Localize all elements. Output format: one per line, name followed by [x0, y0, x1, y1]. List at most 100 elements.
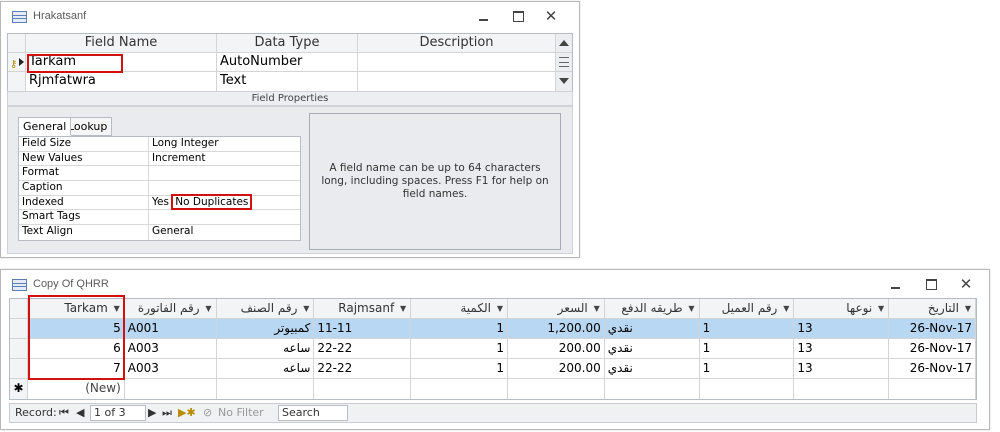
tab-general[interactable]: General	[18, 117, 72, 136]
cell-type[interactable]: 13	[794, 339, 890, 358]
first-record-button[interactable]: ⏮	[59, 404, 69, 422]
cell-date[interactable]: 26-Nov-17	[889, 319, 976, 338]
empty-cell[interactable]	[217, 379, 315, 399]
column-header-price[interactable]: السعر ▼	[508, 299, 605, 318]
dropdown-arrow-icon[interactable]: ▼	[878, 299, 884, 318]
table-row[interactable]: 7 A003 ساعه 22-22 1 200.00 نقدي 1 13 26-…	[10, 359, 976, 379]
new-record-row[interactable]: ✱ (New)	[10, 379, 976, 399]
property-row[interactable]: New Values Increment	[19, 151, 300, 167]
cell-item-number[interactable]: ساعه	[217, 339, 315, 358]
maximize-button[interactable]	[508, 8, 528, 24]
dropdown-arrow-icon[interactable]: ▼	[400, 299, 406, 318]
property-row[interactable]: Text Align General	[19, 225, 300, 240]
cell-quantity[interactable]: 1	[411, 359, 508, 378]
search-input[interactable]: Search	[278, 405, 348, 421]
column-header-item-number[interactable]: رقم الصنف ▼	[217, 299, 315, 318]
cell-customer-number[interactable]: 1	[700, 359, 795, 378]
cell-customer-number[interactable]: 1	[700, 339, 795, 358]
cell-type[interactable]: 13	[794, 359, 890, 378]
empty-cell[interactable]	[125, 379, 217, 399]
property-row[interactable]: Format	[19, 166, 300, 182]
cell-rajmsanf[interactable]: 22-22	[314, 359, 412, 378]
maximize-button[interactable]	[921, 276, 941, 292]
dropdown-arrow-icon[interactable]: ▼	[303, 299, 309, 318]
cell-invoice-number[interactable]: A001	[125, 319, 217, 338]
table-row[interactable]: 5 A001 كمبيوتر 11-11 1 1,200.00 نقدي 1 1…	[10, 319, 976, 339]
new-record-button[interactable]: ▶✱	[178, 404, 196, 422]
cell-item-number[interactable]: ساعه	[217, 359, 315, 378]
property-value[interactable]	[149, 210, 300, 224]
scrollbar-up-button[interactable]	[556, 34, 572, 52]
select-all-corner[interactable]	[10, 299, 28, 318]
data-type-cell[interactable]: Text	[217, 72, 358, 91]
new-record-label[interactable]: (New)	[28, 379, 125, 399]
dropdown-arrow-icon[interactable]: ▼	[965, 299, 971, 318]
dropdown-arrow-icon[interactable]: ▼	[594, 299, 600, 318]
last-record-button[interactable]: ⏭	[162, 404, 172, 422]
empty-cell[interactable]	[794, 379, 890, 399]
empty-cell[interactable]	[889, 379, 976, 399]
close-button[interactable]: ✕	[956, 276, 976, 292]
table-row[interactable]: 6 A003 ساعه 22-22 1 200.00 نقدي 1 13 26-…	[10, 339, 976, 359]
cell-rajmsanf[interactable]: 22-22	[314, 339, 412, 358]
cell-price[interactable]: 200.00	[508, 359, 605, 378]
column-header-payment-method[interactable]: طريقه الدفع ▼	[605, 299, 700, 318]
cell-quantity[interactable]: 1	[411, 339, 508, 358]
minimize-button[interactable]	[474, 8, 494, 24]
close-button[interactable]: ✕	[541, 8, 561, 24]
dropdown-arrow-icon[interactable]: ▼	[205, 299, 211, 318]
no-filter-button[interactable]: No Filter	[218, 404, 264, 422]
property-value[interactable]: Increment	[149, 152, 300, 166]
description-cell[interactable]	[358, 72, 556, 91]
cell-payment-method[interactable]: نقدي	[605, 359, 700, 378]
cell-quantity[interactable]: 1	[411, 319, 508, 338]
property-row[interactable]: Smart Tags	[19, 210, 300, 226]
dropdown-arrow-icon[interactable]: ▼	[497, 299, 503, 318]
row-selector[interactable]: ⚷	[8, 53, 26, 71]
filter-icon[interactable]: ⊘	[203, 404, 212, 422]
cell-item-number[interactable]: كمبيوتر	[217, 319, 315, 338]
empty-cell[interactable]	[700, 379, 795, 399]
empty-cell[interactable]	[508, 379, 605, 399]
property-value[interactable]: General	[149, 225, 300, 240]
property-value[interactable]: Long Integer	[149, 137, 300, 151]
description-cell[interactable]	[358, 53, 556, 71]
property-row[interactable]: Indexed Yes No Duplicates	[19, 193, 300, 211]
empty-cell[interactable]	[411, 379, 508, 399]
cell-invoice-number[interactable]: A003	[125, 339, 217, 358]
minimize-button[interactable]	[886, 276, 906, 292]
column-header-rajmsanf[interactable]: Rajmsanf ▼	[314, 299, 412, 318]
dropdown-arrow-icon[interactable]: ▼	[783, 299, 789, 318]
column-header-invoice-number[interactable]: رقم الفاتورة ▼	[125, 299, 217, 318]
cell-payment-method[interactable]: نقدي	[605, 339, 700, 358]
field-row[interactable]: Rjmfatwra Text	[8, 72, 572, 91]
cell-rajmsanf[interactable]: 11-11	[314, 319, 412, 338]
field-name-cell[interactable]: Rjmfatwra	[26, 72, 217, 91]
cell-payment-method[interactable]: نقدي	[605, 319, 700, 338]
next-record-button[interactable]: ▶	[148, 404, 156, 422]
cell-type[interactable]: 13	[794, 319, 890, 338]
cell-invoice-number[interactable]: A003	[125, 359, 217, 378]
dropdown-arrow-icon[interactable]: ▼	[688, 299, 694, 318]
property-value[interactable]	[149, 181, 300, 195]
property-row[interactable]: Field Size Long Integer	[19, 137, 300, 152]
column-header-date[interactable]: التاريخ ▼	[889, 299, 976, 318]
scrollbar-down-button[interactable]	[556, 72, 572, 91]
cell-customer-number[interactable]: 1	[700, 319, 795, 338]
property-value-indexed[interactable]: Yes No Duplicates	[149, 193, 300, 210]
previous-record-button[interactable]: ◀	[76, 404, 84, 422]
scrollbar-track[interactable]	[556, 53, 572, 71]
record-selector[interactable]	[10, 359, 28, 378]
column-header-quantity[interactable]: الكمية ▼	[411, 299, 508, 318]
cell-price[interactable]: 200.00	[508, 339, 605, 358]
row-selector[interactable]	[8, 72, 26, 91]
empty-cell[interactable]	[314, 379, 412, 399]
property-value[interactable]	[149, 166, 300, 180]
column-header-customer-number[interactable]: رقم العميل ▼	[700, 299, 795, 318]
cell-date[interactable]: 26-Nov-17	[889, 339, 976, 358]
data-type-cell[interactable]: AutoNumber	[217, 53, 358, 71]
cell-date[interactable]: 26-Nov-17	[889, 359, 976, 378]
record-selector[interactable]	[10, 339, 28, 358]
current-record-field[interactable]: 1 of 3	[90, 405, 146, 421]
column-header-type[interactable]: نوعها ▼	[794, 299, 890, 318]
